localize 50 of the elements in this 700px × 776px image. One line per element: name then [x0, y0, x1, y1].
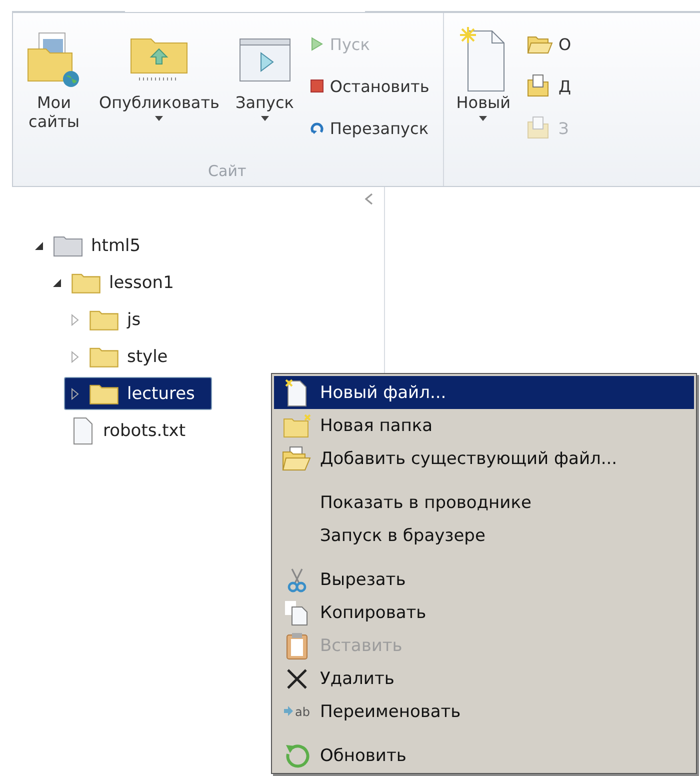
ribbon-button[interactable]: Новый [454, 23, 513, 162]
delete-icon [286, 668, 308, 690]
ribbon-button[interactable]: Мои сайты [23, 23, 85, 162]
ribbon-small-button[interactable]: Перезапуск [308, 109, 432, 147]
menu-item[interactable]: Вырезать [274, 563, 694, 596]
dropdown-caret-icon [260, 116, 269, 122]
stop-icon [310, 79, 324, 93]
icon-label: ab [295, 704, 310, 718]
ribbon-small-button[interactable]: Остановить [308, 67, 432, 105]
dropdown-caret-icon [479, 116, 488, 122]
menu-item[interactable]: ab Переименовать [274, 695, 694, 728]
expand-arrow-icon[interactable] [69, 388, 81, 400]
tree-item[interactable]: lectures [64, 377, 212, 410]
arrow-icon [284, 704, 294, 716]
ribbon-button[interactable]: Запуск [233, 23, 296, 162]
ribbon-small-button[interactable]: Д [524, 67, 574, 105]
group-label: Сайт [207, 162, 248, 182]
menu-item[interactable]: Запуск в браузере [274, 519, 694, 552]
new-file-icon [285, 378, 309, 406]
menu-item[interactable]: Добавить существующий файл... [274, 442, 694, 475]
collapse-arrow-icon[interactable] [33, 240, 45, 252]
menu-item[interactable]: Показать в проводнике [274, 486, 694, 519]
menu-item[interactable]: Копировать [274, 596, 694, 629]
clipboard-icon [285, 632, 309, 660]
scissors-icon [287, 566, 307, 592]
site-folder-icon [53, 234, 83, 256]
menu-item[interactable]: Удалить [274, 662, 694, 695]
folder-icon [71, 271, 101, 294]
menu-item[interactable]: Обновить [274, 739, 694, 772]
collapse-arrow-icon[interactable] [51, 276, 63, 288]
dropdown-caret-icon [155, 116, 164, 122]
open-folder-icon [282, 446, 312, 472]
ribbon-small-button[interactable]: О [524, 25, 574, 63]
tree-item[interactable]: style [64, 340, 185, 373]
refresh-icon [284, 742, 310, 768]
tree-item[interactable]: html5 [28, 229, 158, 262]
tree-item[interactable]: lesson1 [46, 266, 191, 299]
folder-icon [89, 382, 119, 405]
menu-item[interactable]: Новая папка [274, 409, 694, 442]
tree-item[interactable]: robots.txt [46, 414, 203, 447]
file-icon [71, 416, 95, 444]
menu-item[interactable]: Новый файл... [274, 376, 694, 409]
tree-item[interactable]: js [64, 303, 158, 336]
folder-icon [89, 308, 119, 331]
restart-icon [310, 120, 324, 136]
ribbon-button[interactable]: Опубликовать [97, 23, 222, 162]
play-icon [310, 36, 324, 52]
copy-icon [284, 600, 310, 626]
new-folder-icon [283, 414, 311, 438]
folder-icon [89, 345, 119, 368]
